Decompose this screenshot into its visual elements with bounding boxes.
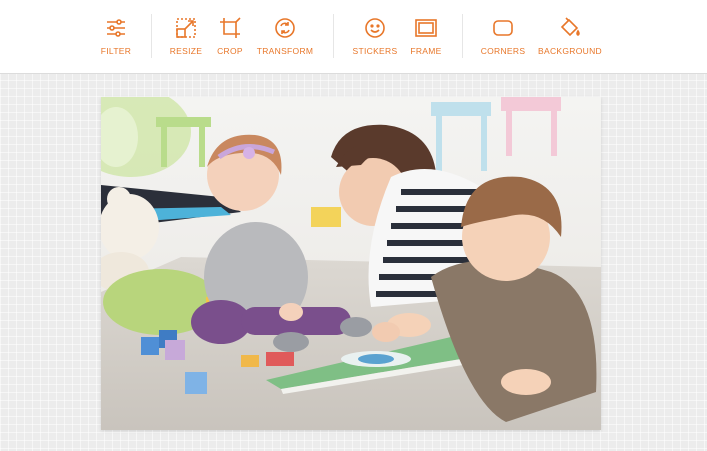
background-tool-label: BACKGROUND bbox=[538, 46, 602, 56]
resize-tool-button[interactable]: RESIZE bbox=[166, 16, 206, 56]
corners-tool-label: CORNERS bbox=[480, 46, 526, 56]
image-canvas[interactable] bbox=[101, 97, 601, 430]
crop-tool-button[interactable]: CROP bbox=[210, 16, 250, 56]
editor-toolbar: FILTER RESIZE CROP TRANSFORM STICKERS FR… bbox=[0, 0, 707, 74]
frame-icon bbox=[415, 19, 437, 37]
background-tool-button[interactable]: BACKGROUND bbox=[538, 16, 602, 56]
photo-mother-children-reading bbox=[101, 97, 601, 430]
frame-tool-button[interactable]: FRAME bbox=[406, 16, 446, 56]
toolbar-divider bbox=[462, 14, 463, 58]
rounded-square-icon bbox=[493, 20, 513, 36]
sliders-icon bbox=[107, 19, 125, 37]
stickers-tool-label: STICKERS bbox=[352, 46, 398, 56]
frame-tool-label: FRAME bbox=[410, 46, 442, 56]
transform-tool-button[interactable]: TRANSFORM bbox=[255, 16, 315, 56]
crop-tool-label: CROP bbox=[217, 46, 243, 56]
crop-icon bbox=[220, 17, 241, 38]
filter-tool-button[interactable]: FILTER bbox=[96, 16, 136, 56]
paint-bucket-icon bbox=[560, 17, 580, 37]
resize-icon bbox=[176, 18, 196, 38]
rotate-icon bbox=[275, 18, 295, 38]
smiley-icon bbox=[365, 18, 385, 38]
toolbar-divider bbox=[151, 14, 152, 58]
toolbar-divider bbox=[333, 14, 334, 58]
filter-tool-label: FILTER bbox=[100, 46, 132, 56]
corners-tool-button[interactable]: CORNERS bbox=[480, 16, 526, 56]
transform-tool-label: TRANSFORM bbox=[256, 46, 314, 56]
resize-tool-label: RESIZE bbox=[169, 46, 203, 56]
stickers-tool-button[interactable]: STICKERS bbox=[352, 16, 398, 56]
